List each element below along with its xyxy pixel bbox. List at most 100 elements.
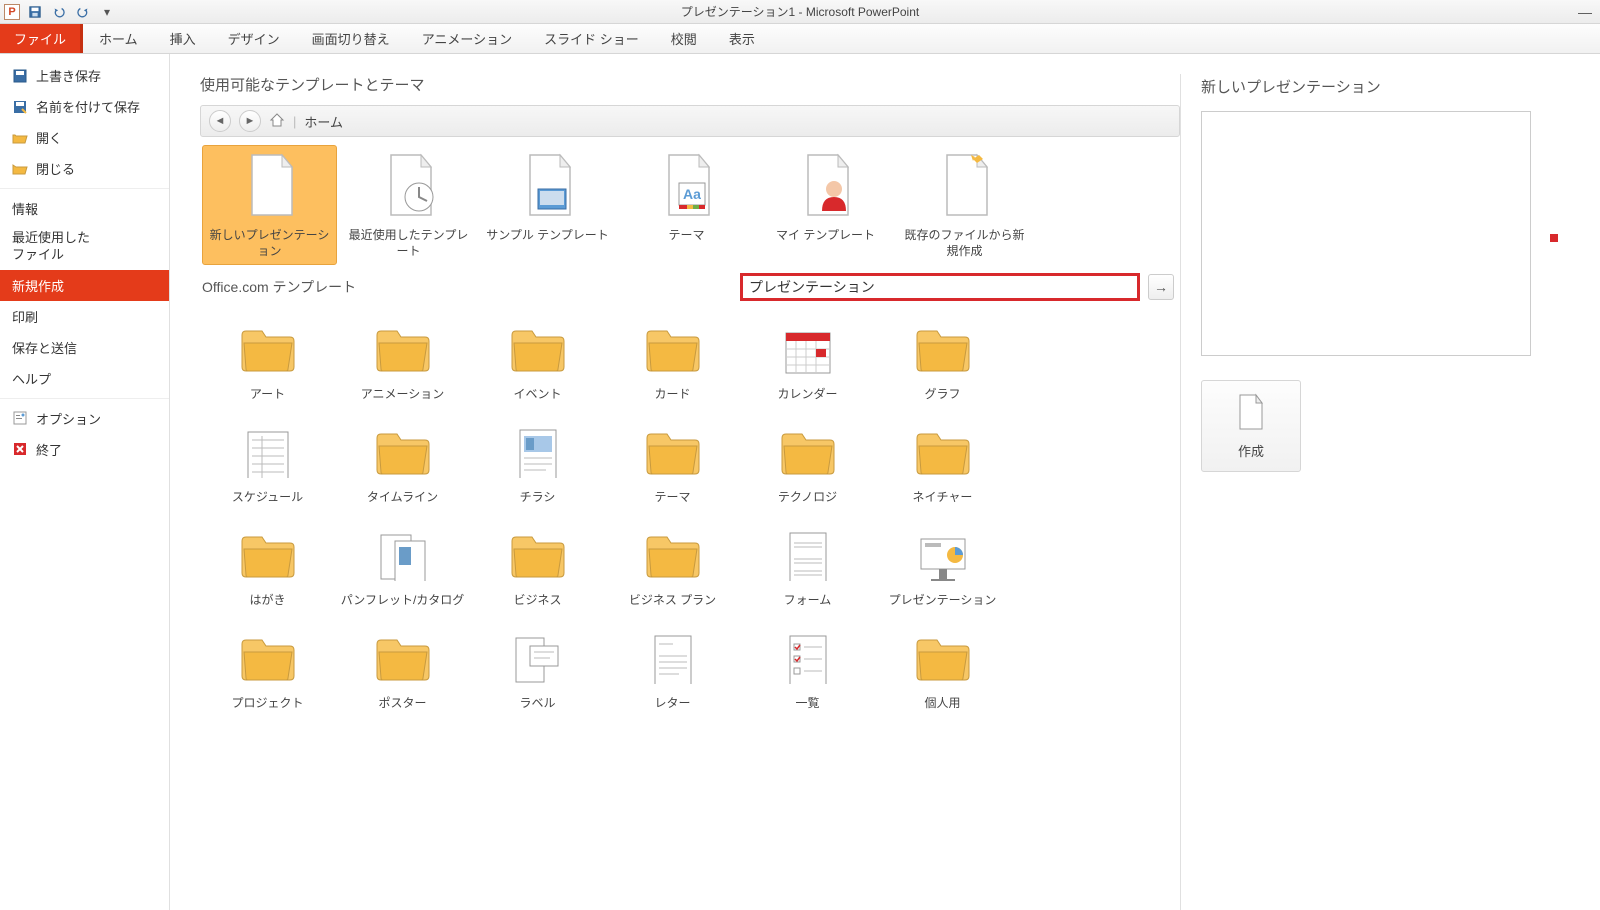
category-tile[interactable]: ビジネス <box>470 519 605 622</box>
sidebar-save[interactable]: 上書き保存 <box>0 60 169 91</box>
template-search-input[interactable] <box>740 273 1140 301</box>
sidebar-info[interactable]: 情報 <box>0 193 169 224</box>
template-thumb-icon <box>518 151 578 221</box>
search-go-button[interactable]: → <box>1148 274 1174 300</box>
category-tile[interactable]: ネイチャー <box>875 416 1010 519</box>
category-label: テクノロジ <box>744 488 871 505</box>
undo-icon[interactable] <box>50 3 68 21</box>
folder-icon <box>641 630 705 686</box>
home-icon[interactable] <box>269 112 285 131</box>
templates-scroll[interactable]: 新しいプレゼンテーション最近使用したテンプレートサンプル テンプレートAaテーマ… <box>200 143 1180 803</box>
title-bar: P ▾ プレゼンテーション1 - Microsoft PowerPoint — <box>0 0 1600 24</box>
options-icon <box>12 410 28 426</box>
category-label: カレンダー <box>744 385 871 402</box>
category-label: テーマ <box>609 488 736 505</box>
template-tile[interactable]: 既存のファイルから新規作成 <box>897 145 1032 265</box>
sidebar-share[interactable]: 保存と送信 <box>0 332 169 363</box>
folder-icon <box>506 630 570 686</box>
ribbon-tab[interactable]: スライド ショー <box>528 24 655 53</box>
template-label: 新しいプレゼンテーション <box>208 227 331 259</box>
save-icon[interactable] <box>26 3 44 21</box>
folder-icon <box>911 527 975 583</box>
template-thumb-icon <box>935 151 995 221</box>
category-label: ビジネス プラン <box>609 591 736 608</box>
template-tile[interactable]: 最近使用したテンプレート <box>341 145 476 265</box>
ribbon-tab[interactable]: アニメーション <box>406 24 528 53</box>
template-tile[interactable]: Aaテーマ <box>619 145 754 265</box>
category-label: カード <box>609 385 736 402</box>
ribbon-tab[interactable]: ホーム <box>83 24 154 53</box>
preview-pane: 新しいプレゼンテーション 作成 <box>1180 74 1580 910</box>
sidebar-label: 閉じる <box>36 159 75 178</box>
category-tile[interactable]: チラシ <box>470 416 605 519</box>
window-title: プレゼンテーション1 - Microsoft PowerPoint <box>681 3 919 20</box>
template-tile[interactable]: サンプル テンプレート <box>480 145 615 265</box>
category-tile[interactable]: ビジネス プラン <box>605 519 740 622</box>
ribbon-tab[interactable]: 挿入 <box>154 24 212 53</box>
ribbon-tab[interactable]: 校閲 <box>655 24 713 53</box>
sidebar-label: オプション <box>36 409 101 428</box>
category-label: スケジュール <box>204 488 331 505</box>
sidebar-open[interactable]: 開く <box>0 122 169 153</box>
nav-forward-button[interactable]: ► <box>239 110 261 132</box>
category-tile[interactable]: スケジュール <box>200 416 335 519</box>
folder-icon <box>371 321 435 377</box>
app-icon[interactable]: P <box>4 4 20 20</box>
folder-icon <box>776 321 840 377</box>
sidebar-new[interactable]: 新規作成 <box>0 270 169 301</box>
category-tile[interactable]: パンフレット/カタログ <box>335 519 470 622</box>
template-tile[interactable]: 新しいプレゼンテーション <box>202 145 337 265</box>
sidebar-help[interactable]: ヘルプ <box>0 363 169 394</box>
tab-file[interactable]: ファイル <box>0 24 83 53</box>
category-tile[interactable]: はがき <box>200 519 335 622</box>
category-tile[interactable]: レター <box>605 622 740 725</box>
folder-icon <box>506 321 570 377</box>
category-tile[interactable]: カレンダー <box>740 313 875 416</box>
sidebar-label: 名前を付けて保存 <box>36 97 140 116</box>
preview-thumbnail <box>1201 111 1531 356</box>
category-tile[interactable]: プロジェクト <box>200 622 335 725</box>
qat-dropdown-icon[interactable]: ▾ <box>98 3 116 21</box>
folder-icon <box>641 321 705 377</box>
ribbon-tab[interactable]: デザイン <box>212 24 296 53</box>
category-label: はがき <box>204 591 331 608</box>
breadcrumb-home[interactable]: ホーム <box>304 112 343 131</box>
category-label: チラシ <box>474 488 601 505</box>
sidebar-exit[interactable]: 終了 <box>0 434 169 465</box>
save-icon <box>12 68 28 84</box>
category-tile[interactable]: タイムライン <box>335 416 470 519</box>
template-tile[interactable]: マイ テンプレート <box>758 145 893 265</box>
category-tile[interactable]: グラフ <box>875 313 1010 416</box>
open-icon <box>12 130 28 146</box>
category-tile[interactable]: プレゼンテーション <box>875 519 1010 622</box>
category-tile[interactable]: 一覧 <box>740 622 875 725</box>
folder-icon <box>371 527 435 583</box>
category-tile[interactable]: アート <box>200 313 335 416</box>
template-thumb-icon: Aa <box>657 151 717 221</box>
ribbon: ファイル ホーム挿入デザイン画面切り替えアニメーションスライド ショー校閲表示 <box>0 24 1600 54</box>
category-tile[interactable]: ポスター <box>335 622 470 725</box>
folder-icon <box>371 424 435 480</box>
sidebar-recent[interactable]: 最近使用した ファイル <box>0 224 169 270</box>
category-tile[interactable]: 個人用 <box>875 622 1010 725</box>
category-tile[interactable]: カード <box>605 313 740 416</box>
category-label: ネイチャー <box>879 488 1006 505</box>
category-tile[interactable]: テーマ <box>605 416 740 519</box>
category-tile[interactable]: ラベル <box>470 622 605 725</box>
sidebar-options[interactable]: オプション <box>0 403 169 434</box>
minimize-button[interactable]: — <box>1578 4 1592 20</box>
ribbon-tab[interactable]: 画面切り替え <box>296 24 406 53</box>
category-tile[interactable]: テクノロジ <box>740 416 875 519</box>
redo-icon[interactable] <box>74 3 92 21</box>
create-label: 作成 <box>1238 441 1264 460</box>
category-tile[interactable]: イベント <box>470 313 605 416</box>
ribbon-tab[interactable]: 表示 <box>713 24 771 53</box>
sidebar-print[interactable]: 印刷 <box>0 301 169 332</box>
create-button[interactable]: 作成 <box>1201 380 1301 472</box>
category-tile[interactable]: フォーム <box>740 519 875 622</box>
category-tile[interactable]: アニメーション <box>335 313 470 416</box>
nav-back-button[interactable]: ◄ <box>209 110 231 132</box>
folder-icon <box>506 424 570 480</box>
sidebar-close[interactable]: 閉じる <box>0 153 169 184</box>
sidebar-save-as[interactable]: 名前を付けて保存 <box>0 91 169 122</box>
